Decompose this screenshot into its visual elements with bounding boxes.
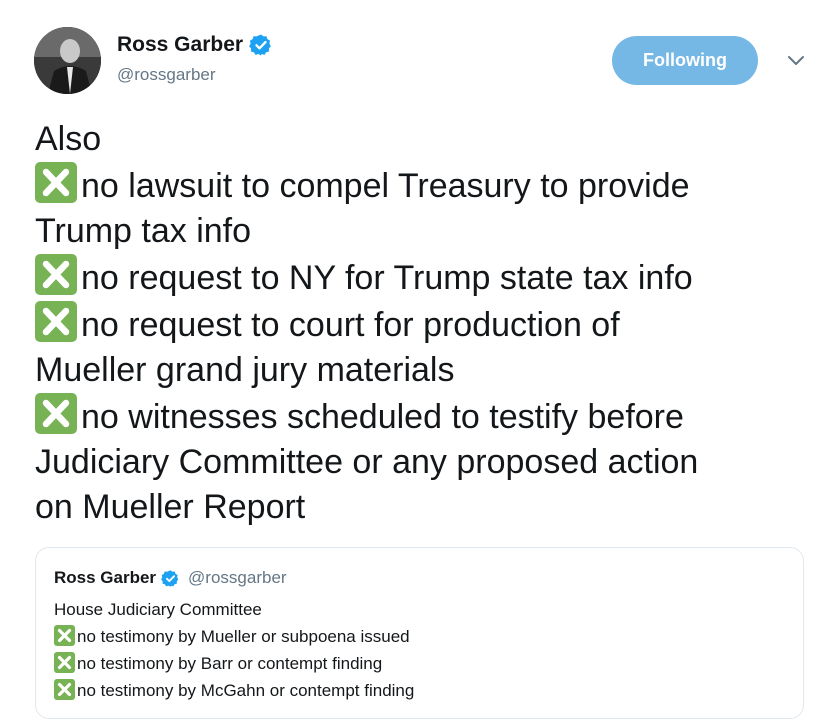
cross-mark-icon (35, 254, 77, 295)
quoted-author-handle: @rossgarber (188, 568, 287, 587)
cross-mark-icon (54, 652, 75, 673)
tweet-header: Ross Garber @rossgarber Following (34, 27, 807, 97)
tweet-item-line: no request to NY for Trump state tax inf… (35, 254, 805, 301)
verified-badge-icon (161, 569, 179, 587)
tweet-item-line: Trump tax info (35, 212, 252, 250)
quoted-tweet-text: House Judiciary Committee no testimony b… (54, 596, 414, 704)
avatar[interactable] (34, 27, 101, 94)
chevron-down-icon[interactable] (785, 51, 807, 69)
following-button[interactable]: Following (612, 36, 758, 85)
quoted-tweet-header: Ross Garber @rossgarber (54, 568, 287, 588)
cross-mark-icon (54, 679, 75, 700)
cross-mark-icon (54, 625, 75, 646)
tweet-item-line: no witnesses scheduled to testify before (35, 393, 805, 440)
author-display-name[interactable]: Ross Garber (117, 33, 243, 57)
quoted-tweet-card[interactable]: Ross Garber @rossgarber House Judiciary … (35, 547, 804, 719)
cross-mark-icon (35, 301, 77, 342)
tweet-intro: Also (35, 120, 102, 158)
profile-photo (34, 27, 101, 94)
tweet-text: Also no lawsuit to compel Treasury to pr… (35, 117, 805, 530)
quoted-item: no testimony by Barr or contempt finding (54, 650, 414, 677)
tweet-item-line: no request to court for production of (35, 301, 805, 348)
tweet-item-line: on Mueller Report (35, 488, 306, 526)
author-handle[interactable]: @rossgarber (117, 65, 273, 85)
cross-mark-icon (35, 162, 77, 203)
tweet-item-line: Judiciary Committee or any proposed acti… (35, 443, 699, 481)
cross-mark-icon (35, 393, 77, 434)
quoted-author-name: Ross Garber (54, 568, 157, 587)
quoted-item: no testimony by McGahn or contempt findi… (54, 677, 414, 704)
tweet-item-line: no lawsuit to compel Treasury to provide (35, 162, 805, 209)
quoted-heading: House Judiciary Committee (54, 600, 262, 619)
verified-badge-icon (249, 34, 271, 56)
quoted-item: no testimony by Mueller or subpoena issu… (54, 623, 414, 650)
author-info: Ross Garber @rossgarber (117, 33, 273, 85)
tweet-item-line: Mueller grand jury materials (35, 351, 455, 389)
